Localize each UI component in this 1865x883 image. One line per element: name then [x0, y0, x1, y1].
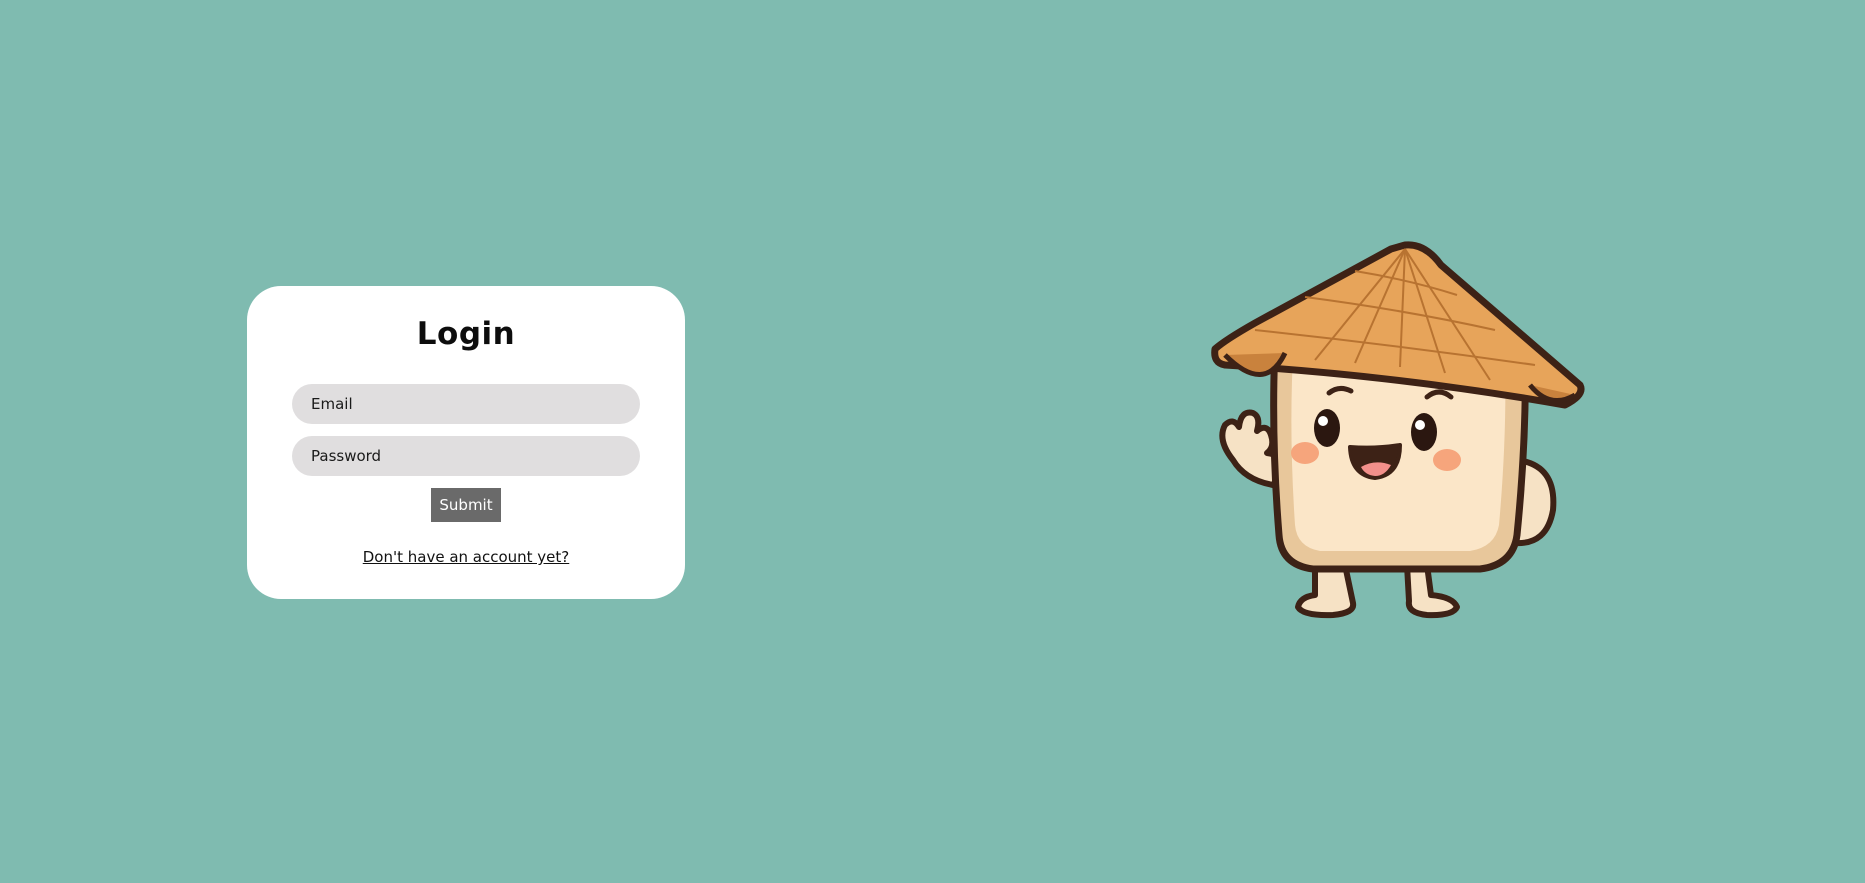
submit-button[interactable]: Submit — [431, 488, 501, 522]
login-title: Login — [416, 316, 516, 352]
mascot-hat — [1211, 241, 1585, 409]
signup-link[interactable]: Don't have an account yet? — [247, 548, 685, 566]
login-card: Login Submit Don't have an account yet? — [247, 286, 685, 599]
password-field[interactable] — [292, 436, 640, 476]
mascot-feet — [1295, 562, 1460, 619]
login-page: Login Submit Don't have an account yet? — [0, 0, 1865, 883]
email-field[interactable] — [292, 384, 640, 424]
mascot-illustration — [1211, 241, 1585, 619]
